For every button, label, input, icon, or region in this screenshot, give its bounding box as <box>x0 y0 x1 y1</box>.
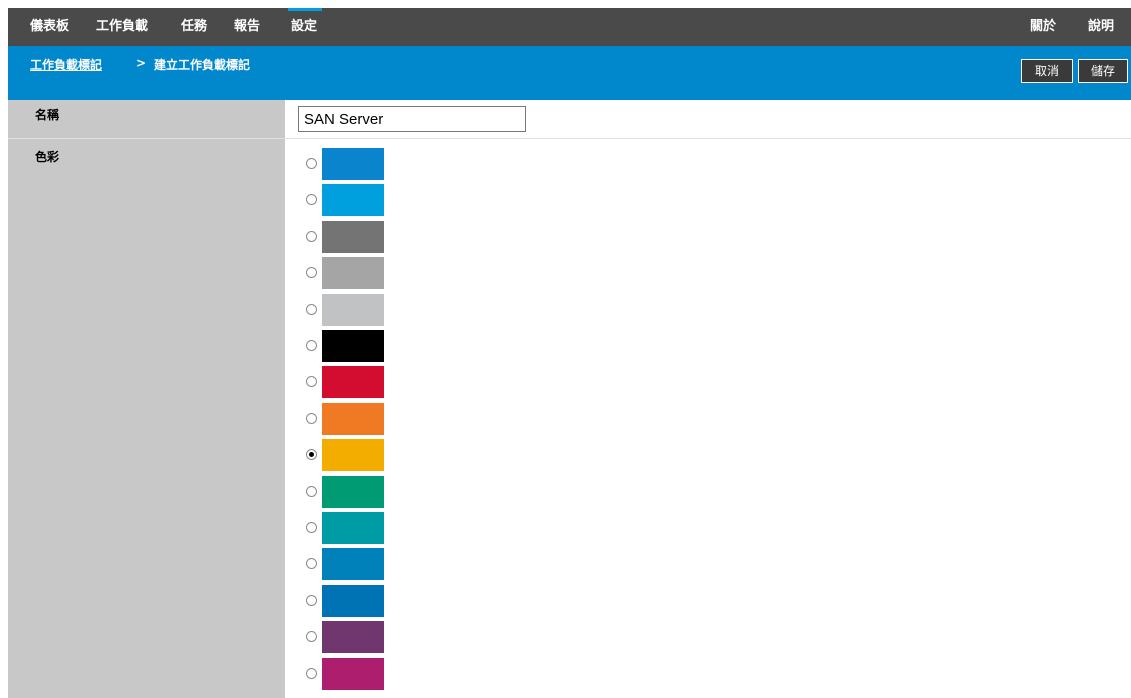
breadcrumb-separator: > <box>136 56 147 70</box>
color-radio[interactable] <box>306 376 317 387</box>
name-input[interactable] <box>298 106 526 132</box>
color-swatch[interactable] <box>322 221 384 253</box>
color-swatch[interactable] <box>322 548 384 580</box>
color-option[interactable] <box>304 148 394 180</box>
color-radio[interactable] <box>306 522 317 533</box>
color-radio[interactable] <box>306 194 317 205</box>
color-option[interactable] <box>304 621 394 653</box>
save-button[interactable]: 儲存 <box>1078 59 1128 83</box>
color-swatch[interactable] <box>322 257 384 289</box>
color-option[interactable] <box>304 512 394 544</box>
color-option[interactable] <box>304 366 394 398</box>
color-radio[interactable] <box>306 304 317 315</box>
color-radio[interactable] <box>306 668 317 679</box>
color-radio[interactable] <box>306 158 317 169</box>
color-radio[interactable] <box>306 558 317 569</box>
color-option[interactable] <box>304 184 394 216</box>
nav-help[interactable]: 說明 <box>1088 8 1114 46</box>
color-option[interactable] <box>304 548 394 580</box>
color-radio[interactable] <box>306 267 317 278</box>
color-radio[interactable] <box>306 449 317 460</box>
color-swatch[interactable] <box>322 403 384 435</box>
nav-settings[interactable]: 設定 <box>287 8 323 46</box>
color-swatch[interactable] <box>322 476 384 508</box>
label-column: 名稱 色彩 <box>8 100 285 698</box>
color-radio[interactable] <box>306 486 317 497</box>
color-swatch[interactable] <box>322 294 384 326</box>
color-option[interactable] <box>304 658 394 690</box>
color-swatch[interactable] <box>322 439 384 471</box>
color-label: 色彩 <box>35 150 60 164</box>
breadcrumb-parent-link[interactable]: 工作負載標記 <box>30 56 102 73</box>
color-radio[interactable] <box>306 413 317 424</box>
color-radio[interactable] <box>306 231 317 242</box>
color-option[interactable] <box>304 403 394 435</box>
nav-workloads[interactable]: 工作負載 <box>96 8 148 46</box>
row-divider <box>8 138 1131 139</box>
color-option[interactable] <box>304 294 394 326</box>
color-swatch[interactable] <box>322 621 384 653</box>
color-swatch[interactable] <box>322 658 384 690</box>
color-option[interactable] <box>304 476 394 508</box>
cancel-button[interactable]: 取消 <box>1021 59 1073 83</box>
color-swatch[interactable] <box>322 585 384 617</box>
color-radio[interactable] <box>306 631 317 642</box>
color-swatch[interactable] <box>322 148 384 180</box>
color-radio[interactable] <box>306 340 317 351</box>
color-option[interactable] <box>304 257 394 289</box>
color-option[interactable] <box>304 585 394 617</box>
nav-reports[interactable]: 報告 <box>234 8 260 46</box>
name-label: 名稱 <box>35 108 60 122</box>
breadcrumb-current: 建立工作負載標記 <box>154 58 251 72</box>
color-swatch[interactable] <box>322 184 384 216</box>
breadcrumb: 工作負載標記 > 建立工作負載標記 取消 儲存 <box>8 46 1131 100</box>
top-navigation: 儀表板 工作負載 任務 報告 設定 關於 說明 <box>8 8 1131 46</box>
color-swatch[interactable] <box>322 330 384 362</box>
color-radio[interactable] <box>306 595 317 606</box>
color-option[interactable] <box>304 439 394 471</box>
nav-dashboard[interactable]: 儀表板 <box>30 8 69 46</box>
nav-tasks[interactable]: 任務 <box>181 8 207 46</box>
color-swatch[interactable] <box>322 512 384 544</box>
color-option[interactable] <box>304 330 394 362</box>
nav-about[interactable]: 關於 <box>1030 8 1056 46</box>
page: 儀表板 工作負載 任務 報告 設定 關於 說明 工作負載標記 > 建立工作負載標… <box>8 8 1131 698</box>
color-swatch[interactable] <box>322 366 384 398</box>
color-option[interactable] <box>304 221 394 253</box>
